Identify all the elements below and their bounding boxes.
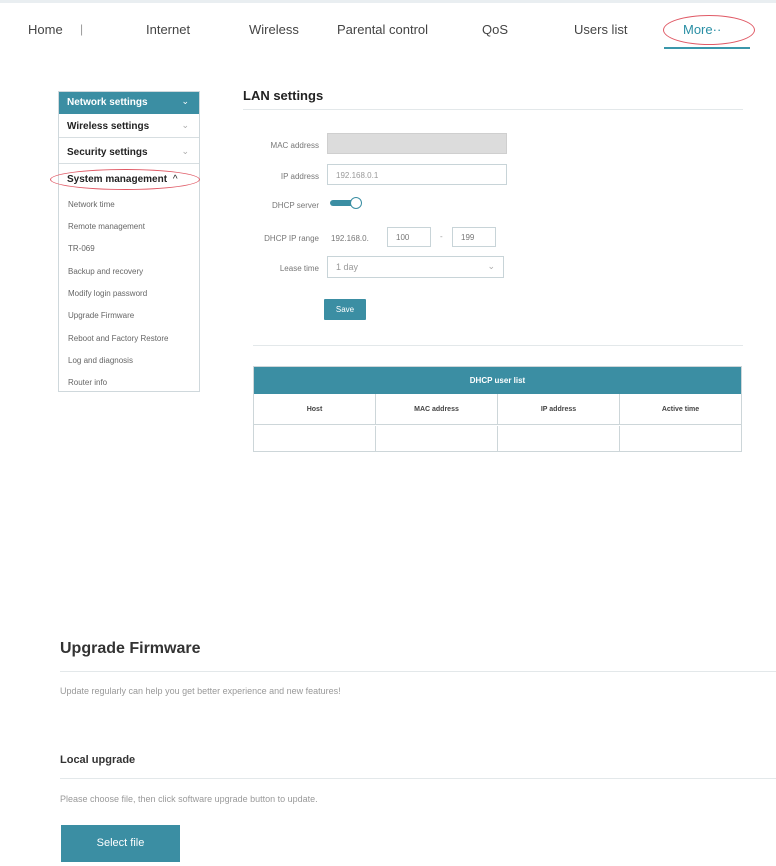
dhcp-range-dash: - bbox=[440, 232, 443, 241]
sidebar-item-security-settings[interactable]: Security settings ⌄ bbox=[59, 142, 199, 164]
column-header-ip-address: IP address bbox=[498, 394, 620, 424]
table-cell bbox=[376, 426, 498, 451]
nav-users-list[interactable]: Users list bbox=[574, 22, 627, 37]
divider bbox=[253, 345, 743, 346]
dhcp-range-start-input[interactable]: 100 bbox=[387, 227, 431, 247]
nav-home[interactable]: Home bbox=[28, 22, 63, 37]
submenu-upgrade-firmware[interactable]: Upgrade Firmware bbox=[68, 311, 134, 320]
lan-settings-title: LAN settings bbox=[243, 88, 324, 103]
top-nav: Home | Internet Wireless Parental contro… bbox=[0, 0, 776, 52]
submenu-modify-login-password[interactable]: Modify login password bbox=[68, 289, 147, 298]
sidebar-item-label: Network settings bbox=[67, 97, 148, 108]
divider bbox=[60, 778, 776, 779]
dhcp-ip-range-label: DHCP IP range bbox=[264, 234, 319, 243]
nav-active-underline bbox=[664, 47, 750, 49]
table-cell bbox=[254, 426, 376, 451]
divider bbox=[243, 109, 743, 110]
submenu-router-info[interactable]: Router info bbox=[68, 378, 107, 387]
submenu-log-and-diagnosis[interactable]: Log and diagnosis bbox=[68, 356, 133, 365]
submenu-backup-and-recovery[interactable]: Backup and recovery bbox=[68, 267, 143, 276]
column-header-active-time: Active time bbox=[661, 406, 700, 413]
dhcp-user-list-title: DHCP user list bbox=[254, 367, 741, 394]
chevron-down-icon: ⌄ bbox=[181, 146, 189, 156]
nav-separator: | bbox=[80, 22, 84, 36]
table-row bbox=[254, 426, 741, 451]
dhcp-server-toggle[interactable] bbox=[330, 197, 362, 209]
local-upgrade-description: Please choose file, then click software … bbox=[60, 794, 318, 804]
lease-time-value: 1 day bbox=[336, 262, 359, 272]
nav-qos[interactable]: QoS bbox=[482, 22, 508, 37]
mac-address-label: MAC address bbox=[270, 141, 319, 150]
dhcp-range-prefix: 192.168.0. bbox=[331, 234, 369, 243]
table-header-row: Host MAC address IP address Active time bbox=[254, 394, 741, 425]
toggle-knob bbox=[350, 197, 362, 209]
table-cell bbox=[620, 426, 741, 451]
column-header-host: Host bbox=[254, 394, 376, 424]
nav-wireless[interactable]: Wireless bbox=[249, 22, 299, 37]
dhcp-range-end-input[interactable]: 199 bbox=[452, 227, 496, 247]
lease-time-label: Lease time bbox=[279, 264, 319, 273]
select-file-button[interactable]: Select file bbox=[61, 825, 180, 862]
upgrade-firmware-title: Upgrade Firmware bbox=[60, 640, 201, 657]
chevron-down-icon: ⌄ bbox=[181, 96, 189, 106]
save-button[interactable]: Save bbox=[324, 299, 366, 320]
sidebar-item-network-settings[interactable]: Network settings ⌄ bbox=[59, 92, 199, 114]
submenu-remote-management[interactable]: Remote management bbox=[68, 222, 145, 231]
sidebar-item-label: Security settings bbox=[67, 147, 148, 158]
submenu-network-time[interactable]: Network time bbox=[68, 200, 115, 209]
nav-internet[interactable]: Internet bbox=[146, 22, 190, 37]
ip-address-input[interactable]: 192.168.0.1 bbox=[327, 164, 507, 185]
submenu-tr-069[interactable]: TR-069 bbox=[68, 244, 95, 253]
sidebar: Network settings ⌄ Wireless settings ⌄ S… bbox=[58, 91, 200, 392]
mac-address-field bbox=[327, 133, 507, 154]
dhcp-user-list-table: DHCP user list Host MAC address IP addre… bbox=[253, 366, 742, 452]
sidebar-item-wireless-settings[interactable]: Wireless settings ⌄ bbox=[59, 116, 199, 138]
submenu-reboot-and-factory-restore[interactable]: Reboot and Factory Restore bbox=[68, 334, 169, 343]
column-header-mac-address: MAC address bbox=[376, 394, 498, 424]
upgrade-firmware-description: Update regularly can help you get better… bbox=[60, 686, 341, 696]
local-upgrade-title: Local upgrade bbox=[60, 754, 136, 766]
system-management-highlight-circle bbox=[50, 169, 200, 190]
ip-address-label: IP address bbox=[280, 172, 319, 181]
nav-more-highlight-circle bbox=[663, 15, 755, 45]
chevron-down-icon: ⌄ bbox=[487, 261, 495, 271]
divider bbox=[60, 671, 776, 672]
sidebar-item-label: Wireless settings bbox=[67, 121, 150, 132]
lease-time-select[interactable]: 1 day ⌄ bbox=[327, 256, 504, 278]
chevron-down-icon: ⌄ bbox=[181, 120, 189, 130]
table-cell bbox=[498, 426, 620, 451]
nav-parental-control[interactable]: Parental control bbox=[337, 22, 428, 37]
dhcp-server-label: DHCP server bbox=[272, 201, 319, 210]
